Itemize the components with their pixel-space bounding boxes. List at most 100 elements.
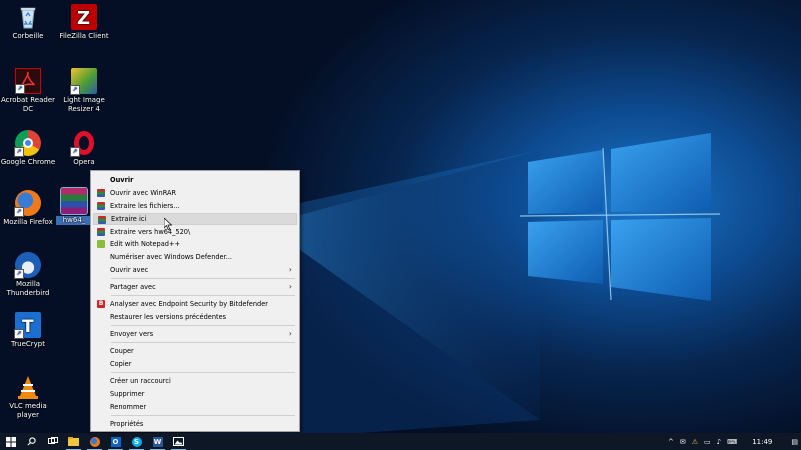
menu-item-label: Ouvrir avec [110, 266, 149, 274]
desktop-icon-label: TrueCrypt [11, 340, 45, 348]
shortcut-arrow-icon: ↗ [70, 147, 80, 157]
menu-item-create-shortcut[interactable]: Créer un raccourci [93, 375, 297, 387]
outlook-icon: O [110, 436, 121, 447]
menu-item-open-with-winrar[interactable]: Ouvrir avec WinRAR [93, 187, 297, 199]
taskbar-clock[interactable]: 11:49 [752, 438, 772, 446]
menu-item-label: Edit with Notepad++ [110, 240, 181, 248]
shortcut-arrow-icon: ↗ [14, 207, 24, 217]
desktop-icon-label: hw64_ [56, 216, 92, 225]
taskbar-outlook[interactable]: O [105, 433, 126, 450]
shortcut-arrow-icon: ↗ [14, 147, 24, 157]
file-explorer-icon [68, 437, 79, 446]
keyboard-icon[interactable]: ⌨ [727, 438, 737, 446]
menu-item-label: Renommer [110, 403, 147, 411]
menu-item-scan-defender[interactable]: Numériser avec Windows Defender... [93, 251, 297, 263]
menu-item-label: Extraire vers hw64_520\ [110, 228, 191, 236]
desktop-icon-label: Light Image Resizer 4 [63, 96, 105, 113]
menu-item-cut[interactable]: Couper [93, 345, 297, 357]
winrar-archive-icon [60, 187, 88, 215]
desktop-icon-label: Acrobat Reader DC [1, 96, 55, 113]
menu-item-label: Créer un raccourci [110, 377, 171, 385]
taskbar-firefox[interactable] [84, 433, 105, 450]
winrar-icon [97, 202, 105, 210]
taskbar-file-explorer[interactable] [63, 433, 84, 450]
taskbar-word[interactable]: W [147, 433, 168, 450]
winrar-icon [97, 189, 105, 197]
task-view-icon [47, 437, 58, 444]
menu-item-open-with[interactable]: Ouvrir avec › [93, 264, 297, 276]
bitdefender-icon: B [97, 300, 105, 308]
menu-item-delete[interactable]: Supprimer [93, 388, 297, 400]
desktop-icon-acrobat[interactable]: ↗ Acrobat Reader DC [0, 68, 56, 114]
chevron-up-icon[interactable]: ^ [668, 438, 674, 446]
menu-item-scan-bitdefender[interactable]: B Analyser avec Endpoint Security by Bitd… [93, 298, 297, 310]
taskbar-skype[interactable]: S [126, 433, 147, 450]
menu-item-properties[interactable]: Propriétés [93, 418, 297, 430]
menu-item-label: Envoyer vers [110, 330, 154, 338]
filezilla-icon: Z [71, 4, 97, 30]
menu-item-extract-here[interactable]: Extraire ici [93, 213, 297, 225]
chevron-right-icon: › [288, 329, 292, 338]
task-view-button[interactable] [42, 433, 63, 450]
volume-icon[interactable]: ♪ [717, 438, 721, 446]
menu-item-extract-files[interactable]: Extraire les fichiers... [93, 200, 297, 212]
menu-item-label: Couper [110, 347, 134, 355]
desktop-icon-truecrypt[interactable]: T ↗ TrueCrypt [0, 312, 56, 349]
vlc-icon [15, 374, 41, 400]
firefox-icon [89, 436, 100, 447]
desktop-icon-hw64-archive[interactable]: hw64_ [56, 187, 92, 225]
desktop-icon-opera[interactable]: ↗ Opera [56, 130, 112, 167]
menu-item-restore-versions[interactable]: Restaurer les versions précédentes [93, 311, 297, 323]
skype-icon: S [131, 436, 142, 447]
desktop-icon-chrome[interactable]: ↗ Google Chrome [0, 130, 56, 167]
search-button[interactable] [21, 433, 42, 450]
system-tray: ^ ✉ ⚠ ▭ ♪ ⌨ 11:49 ▤ [665, 433, 801, 450]
photos-icon [173, 437, 184, 446]
network-icon[interactable]: ▭ [704, 438, 711, 446]
desktop-icon-label: FileZilla Client [59, 32, 109, 40]
mail-icon[interactable]: ✉ [680, 438, 686, 446]
taskbar: O S W ^ ✉ ⚠ ▭ ♪ ⌨ 11:49 ▤ [0, 433, 801, 450]
menu-separator [111, 278, 295, 279]
desktop-icon-vlc[interactable]: VLC media player [0, 374, 56, 420]
menu-item-label: Ouvrir [110, 176, 134, 184]
start-button[interactable] [0, 433, 21, 450]
shortcut-arrow-icon: ↗ [14, 329, 24, 339]
desktop-icon-label: Opera [73, 158, 95, 166]
truecrypt-icon: T ↗ [14, 312, 41, 339]
menu-item-label: Numériser avec Windows Defender... [110, 253, 233, 261]
menu-item-send-to[interactable]: Envoyer vers › [93, 328, 297, 340]
menu-item-label: Supprimer [110, 390, 145, 398]
action-center-icon[interactable]: ▤ [791, 438, 798, 446]
menu-item-label: Copier [110, 360, 132, 368]
firefox-icon: ↗ [14, 190, 41, 217]
desktop-icon-firefox[interactable]: ↗ Mozilla Firefox [0, 190, 56, 227]
menu-item-edit-notepadpp[interactable]: Edit with Notepad++ [93, 238, 297, 250]
menu-item-extract-to[interactable]: Extraire vers hw64_520\ [93, 226, 297, 238]
taskbar-photos[interactable] [168, 433, 189, 450]
menu-item-label: Extraire les fichiers... [110, 202, 180, 210]
opera-icon: ↗ [70, 130, 97, 157]
shortcut-arrow-icon: ↗ [15, 84, 25, 94]
desktop-icon-recycle-bin[interactable]: Corbeille [0, 4, 56, 41]
menu-item-label: Extraire ici [111, 215, 147, 223]
mouse-cursor-icon [164, 218, 172, 230]
menu-item-share-with[interactable]: Partager avec › [93, 281, 297, 293]
search-icon [27, 437, 36, 446]
desktop-icon-light-image-resizer[interactable]: ↗ Light Image Resizer 4 [56, 68, 112, 114]
menu-separator [111, 342, 295, 343]
menu-item-copy[interactable]: Copier [93, 358, 297, 370]
menu-item-rename[interactable]: Renommer [93, 401, 297, 413]
menu-item-label: Propriétés [110, 420, 144, 428]
shortcut-arrow-icon: ↗ [14, 269, 24, 279]
recycle-bin-icon [20, 7, 36, 29]
light-image-resizer-icon: ↗ [70, 68, 97, 95]
desktop-icon-label: Mozilla Thunderbird [6, 280, 50, 297]
desktop[interactable]: Corbeille Z FileZilla Client ↗ Acrobat R… [0, 0, 801, 433]
warning-icon[interactable]: ⚠ [692, 438, 698, 446]
desktop-icon-filezilla[interactable]: Z FileZilla Client [56, 4, 112, 41]
shortcut-arrow-icon: ↗ [70, 85, 80, 95]
menu-item-open[interactable]: Ouvrir [93, 174, 297, 186]
desktop-icon-thunderbird[interactable]: ↗ Mozilla Thunderbird [0, 252, 56, 298]
thunderbird-icon: ↗ [14, 252, 41, 279]
